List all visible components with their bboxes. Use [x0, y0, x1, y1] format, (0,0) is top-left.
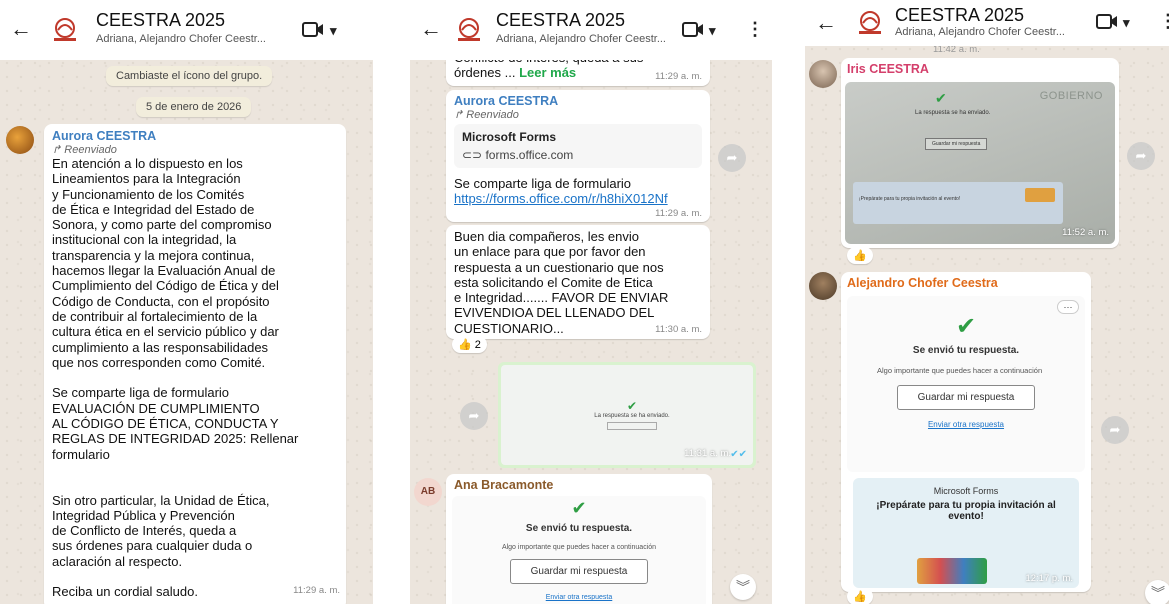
- back-arrow-icon[interactable]: ←: [420, 18, 442, 40]
- form-screenshot[interactable]: ✔ Se envió tu respuesta. Algo importante…: [452, 496, 706, 604]
- check-icon: ✔: [955, 313, 977, 340]
- message-time: 12:17 p. m.: [1025, 573, 1073, 584]
- image-message[interactable]: GOBIERNO ✔ La respuesta se ha enviado. G…: [845, 82, 1115, 244]
- check-icon: ✔: [935, 90, 947, 106]
- message-bubble: Buen dia compañeros, les envio un enlace…: [446, 225, 710, 339]
- group-members[interactable]: Adriana, Alejandro Chofer Ceestr...: [895, 26, 1073, 38]
- scroll-down-icon[interactable]: ︾: [1145, 580, 1169, 604]
- form-subtitle: Algo importante que puedes hacer a conti…: [501, 544, 657, 551]
- promo-brand: Microsoft Forms: [933, 486, 999, 496]
- image-caption: ✔ La respuesta se ha enviado.: [587, 399, 677, 433]
- reaction-badge[interactable]: 👍 2: [452, 336, 487, 353]
- link-icon: ⊂⊃: [462, 148, 483, 162]
- system-message: Cambiaste el ícono del grupo.: [106, 66, 273, 86]
- forms-promo-card[interactable]: Microsoft Forms ¡Prepárate para tu propi…: [853, 478, 1079, 588]
- menu-icon[interactable]: ⋮: [746, 20, 764, 38]
- other-response-link: Enviar otra respuesta: [545, 594, 613, 601]
- message-text: Buen dia compañeros, les envio un enlace…: [454, 229, 669, 336]
- menu-icon[interactable]: ⋮: [1159, 12, 1169, 30]
- message-time: 11:29 a. m.: [655, 71, 702, 82]
- group-logo-icon[interactable]: [50, 16, 80, 44]
- scroll-down-icon[interactable]: ︾: [730, 574, 756, 600]
- promo-text: ¡Prepárate para tu propia invitación al …: [876, 500, 1056, 522]
- avatar[interactable]: AB: [414, 478, 442, 506]
- form-url-link[interactable]: https://forms.office.com/r/h8hiX012Nf: [454, 191, 702, 206]
- group-title[interactable]: CEESTRA 2025: [496, 10, 625, 31]
- reaction-badge[interactable]: 👍: [847, 247, 873, 264]
- message-time: 11:52 a. m.: [1062, 227, 1109, 238]
- message-time: 11:30 a. m.: [655, 324, 702, 335]
- sender-name[interactable]: Alejandro Chofer Ceestra: [847, 276, 1085, 290]
- group-members[interactable]: Adriana, Alejandro Chofer Ceestr...: [496, 33, 666, 45]
- image-banner-text: ¡Prepárate para tu propia invitación al …: [859, 196, 961, 202]
- sender-name[interactable]: Ana Bracamonte: [454, 478, 704, 492]
- chat-panel-3: ← CEESTRA 2025 Adriana, Alejandro Chofer…: [805, 0, 1169, 604]
- read-more-link[interactable]: Leer más: [519, 65, 576, 80]
- message-bubble: Alejandro Chofer Ceestra ··· ✔ Se envió …: [841, 272, 1091, 592]
- message-text: En atención a lo dispuesto en los Lineam…: [52, 156, 299, 600]
- form-subtitle: Algo importante que puedes hacer a conti…: [877, 366, 1043, 375]
- message-bubble: Ana Bracamonte ✔ Se envió tu respuesta. …: [446, 474, 712, 604]
- message-time: 11:29 a. m.: [293, 585, 340, 596]
- sender-name[interactable]: Aurora CEESTRA: [52, 129, 338, 143]
- chat-panel-2: ← CEESTRA 2025 Adriana, Alejandro Chofer…: [410, 0, 772, 604]
- sender-name[interactable]: Aurora CEESTRA: [454, 94, 702, 108]
- link-preview-domain: ⊂⊃ forms.office.com: [462, 148, 574, 162]
- sender-name[interactable]: Iris CEESTRA: [847, 62, 1113, 76]
- group-members[interactable]: Adriana, Alejandro Chofer Ceestr...: [96, 33, 266, 45]
- form-screenshot[interactable]: ··· ✔ Se envió tu respuesta. Algo import…: [847, 296, 1085, 472]
- video-call-icon[interactable]: [682, 21, 704, 38]
- chevron-down-icon[interactable]: ▾: [1123, 14, 1130, 32]
- message-bubble: Aurora CEESTRA ↱ Reenviado En atención a…: [44, 124, 346, 604]
- message-text: Se comparte liga de formulario: [454, 176, 632, 191]
- more-options-button: ···: [1057, 300, 1079, 314]
- chat-header: ← CEESTRA 2025 Adriana, Alejandro Chofer…: [0, 0, 373, 60]
- group-logo-icon[interactable]: [855, 9, 885, 37]
- message-time: 11:29 a. m.: [655, 208, 702, 219]
- video-call-icon[interactable]: [302, 21, 324, 38]
- image-save-button: Guardar mi respuesta: [925, 138, 988, 150]
- reaction-badge[interactable]: 👍: [847, 588, 873, 604]
- video-call-icon[interactable]: [1096, 13, 1118, 30]
- forward-icon[interactable]: ➦: [460, 402, 488, 430]
- link-preview-title: Microsoft Forms: [462, 130, 557, 144]
- group-logo-icon[interactable]: [454, 16, 484, 44]
- date-chip: 5 de enero de 2026: [136, 97, 252, 117]
- chat-header: ← CEESTRA 2025 Adriana, Alejandro Chofer…: [410, 0, 772, 60]
- group-title[interactable]: CEESTRA 2025: [895, 5, 1024, 26]
- link-preview-card[interactable]: Microsoft Forms ⊂⊃ forms.office.com: [454, 124, 702, 168]
- forward-icon[interactable]: ➦: [1101, 416, 1129, 444]
- message-bubble: Iris CEESTRA GOBIERNO ✔ La respuesta se …: [841, 58, 1119, 248]
- avatar[interactable]: [809, 272, 837, 300]
- chevron-down-icon[interactable]: ▾: [330, 22, 337, 40]
- forward-icon[interactable]: ➦: [1127, 142, 1155, 170]
- chat-panel-1: ← CEESTRA 2025 Adriana, Alejandro Chofer…: [0, 0, 373, 604]
- forward-icon[interactable]: ➦: [718, 144, 746, 172]
- other-response-link: Enviar otra respuesta: [927, 420, 1005, 429]
- image-caption: La respuesta se ha enviado.: [915, 110, 991, 116]
- group-title[interactable]: CEESTRA 2025: [96, 10, 225, 31]
- chat-header: ← CEESTRA 2025 Adriana, Alejandro Chofer…: [805, 0, 1169, 46]
- forwarded-label: ↱ Reenviado: [52, 144, 117, 156]
- check-icon: ✔: [626, 399, 638, 413]
- message-bubble: Aurora CEESTRA ↱ Reenviado Microsoft For…: [446, 90, 710, 222]
- image-brand-text: GOBIERNO: [1039, 90, 1103, 102]
- message-time: 11:31 a. m.: [684, 448, 731, 459]
- promo-illustration: [917, 558, 987, 584]
- read-ticks-icon: ✔✔: [730, 449, 747, 460]
- save-response-button: Guardar mi respuesta: [509, 559, 649, 584]
- avatar[interactable]: [6, 126, 34, 154]
- image-message[interactable]: ✔ La respuesta se ha enviado. 11:31 a. m…: [498, 362, 756, 468]
- chevron-down-icon[interactable]: ▾: [709, 22, 716, 40]
- back-arrow-icon[interactable]: ←: [815, 12, 837, 34]
- forwarded-label: ↱ Reenviado: [454, 109, 519, 121]
- save-response-button: Guardar mi respuesta: [896, 385, 1036, 410]
- check-icon: ✔: [571, 498, 587, 518]
- form-title: Se envió tu respuesta.: [912, 345, 1020, 356]
- form-title: Se envió tu respuesta.: [525, 523, 633, 534]
- back-arrow-icon[interactable]: ←: [10, 18, 32, 40]
- avatar[interactable]: [809, 60, 837, 88]
